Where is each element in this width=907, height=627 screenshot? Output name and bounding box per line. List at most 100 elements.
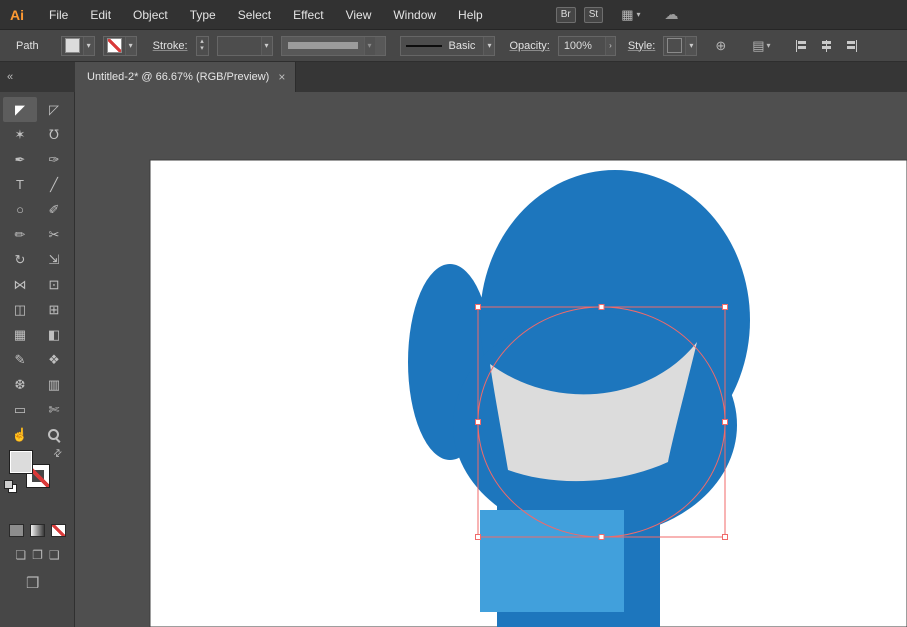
basic-brush-stroke-icon xyxy=(405,44,442,47)
chevron-down-icon: ▾ xyxy=(124,36,136,55)
menu-edit[interactable]: Edit xyxy=(79,0,122,30)
close-tab-icon[interactable]: × xyxy=(278,70,285,84)
tool-grid: ◤ ◸ ✶ ℧ ✒ ✑ T ╱ ○ ✐ ✏ ✂ ↻ ⇲ ⋈ ⊡ ◫ ⊞ ▦ ◧ … xyxy=(0,92,74,447)
direct-selection-tool-button[interactable]: ◸ xyxy=(37,97,71,122)
control-bar: Path ▾ ▾ Stroke: ▴ ▾ ▾ ▾ Basic ▾ Opacity… xyxy=(0,30,907,62)
align-center-icon[interactable] xyxy=(820,39,833,52)
type-tool-button[interactable]: T xyxy=(3,172,37,197)
stroke-weight-dropdown[interactable]: ▾ xyxy=(216,35,273,56)
chevron-down-icon: ▾ xyxy=(685,36,697,55)
globe-icon[interactable]: ⊕ xyxy=(715,38,726,54)
menu-window[interactable]: Window xyxy=(382,0,447,30)
shape-builder-tool-button[interactable]: ◫ xyxy=(3,297,37,322)
color-mode-buttons xyxy=(0,524,75,537)
rotate-tool-button[interactable]: ↻ xyxy=(3,247,37,272)
cloud-sync-icon[interactable]: ☁ xyxy=(665,6,679,23)
perspective-grid-tool-button[interactable]: ⊞ xyxy=(37,297,71,322)
ellipse-tool-button[interactable]: ○ xyxy=(3,197,37,222)
handle-bottom-center[interactable] xyxy=(598,534,605,540)
pen-tool-button[interactable]: ✒ xyxy=(3,147,37,172)
chevron-right-icon: › xyxy=(605,36,615,55)
stroke-color-dropdown[interactable]: ▾ xyxy=(102,35,137,56)
brush-definition-dropdown[interactable]: Basic ▾ xyxy=(399,35,496,56)
handle-bottom-right[interactable] xyxy=(722,534,728,540)
gradient-tool-button[interactable]: ◧ xyxy=(37,322,71,347)
workspace-switcher[interactable]: ▦ ▾ xyxy=(621,7,640,23)
symbol-sprayer-tool-button[interactable]: ❆ xyxy=(3,372,37,397)
scissors-tool-button[interactable]: ✂ xyxy=(37,222,71,247)
eyedropper-tool-button[interactable]: ✎ xyxy=(3,347,37,372)
menu-select[interactable]: Select xyxy=(227,0,282,30)
opacity-panel-link[interactable]: Opacity: xyxy=(509,40,549,52)
none-button[interactable] xyxy=(51,524,66,537)
column-graph-tool-button[interactable]: ▥ xyxy=(37,372,71,397)
hand-tool-button[interactable]: ☝ xyxy=(3,422,37,447)
graphic-style-dropdown[interactable]: ▾ xyxy=(663,35,698,56)
width-profile-dropdown: ▾ xyxy=(280,35,386,56)
chevron-down-icon: ▾ xyxy=(483,36,495,55)
zoom-icon xyxy=(48,428,60,441)
fill-color-well[interactable] xyxy=(9,450,33,474)
paintbrush-tool-button[interactable]: ✐ xyxy=(37,197,71,222)
document-options[interactable]: ▤ ▾ xyxy=(752,38,770,54)
style-panel-link[interactable]: Style: xyxy=(628,40,656,52)
handle-top-left[interactable] xyxy=(475,304,481,310)
blend-tool-button[interactable]: ❖ xyxy=(37,347,71,372)
scale-tool-button[interactable]: ⇲ xyxy=(37,247,71,272)
menu-file[interactable]: File xyxy=(38,0,79,30)
document-tab[interactable]: Untitled-2* @ 66.67% (RGB/Preview) × xyxy=(75,62,297,92)
wrist-band-shape[interactable] xyxy=(480,510,624,612)
draw-inside-icon[interactable]: ❑ xyxy=(49,548,60,562)
handle-bottom-left[interactable] xyxy=(475,534,481,540)
swap-fill-stroke-icon[interactable]: ⇄ xyxy=(51,447,65,461)
menu-effect[interactable]: Effect xyxy=(282,0,334,30)
curvature-tool-button[interactable]: ✑ xyxy=(37,147,71,172)
lasso-tool-button[interactable]: ℧ xyxy=(37,122,71,147)
menu-view[interactable]: View xyxy=(335,0,383,30)
gradient-button[interactable] xyxy=(30,524,45,537)
zoom-tool-button[interactable] xyxy=(37,422,71,447)
fill-stroke-controls: ⇄ xyxy=(0,447,75,518)
canvas-area[interactable] xyxy=(75,92,907,627)
free-transform-tool-button[interactable]: ⊡ xyxy=(37,272,71,297)
chevron-down-icon: ▾ xyxy=(260,36,272,55)
selection-tool-button[interactable]: ◤ xyxy=(3,97,37,122)
mesh-tool-button[interactable]: ▦ xyxy=(3,322,37,347)
handle-mid-left[interactable] xyxy=(475,419,481,425)
chevron-down-icon: ▾ xyxy=(636,10,641,19)
stock-button[interactable]: St xyxy=(583,6,604,23)
stepper-down-icon: ▾ xyxy=(200,44,204,52)
artboard-tool-button[interactable]: ▭ xyxy=(3,397,37,422)
drawing-mode-buttons: ❏ ❐ ❑ xyxy=(0,548,75,562)
screen-mode-icon[interactable]: ❒ xyxy=(26,574,39,592)
menu-object[interactable]: Object xyxy=(122,0,179,30)
handle-top-center[interactable] xyxy=(598,304,605,310)
line-segment-tool-button[interactable]: ╱ xyxy=(37,172,71,197)
bridge-button[interactable]: Br xyxy=(555,6,576,23)
color-button[interactable] xyxy=(9,524,24,537)
tools-panel: ◤ ◸ ✶ ℧ ✒ ✑ T ╱ ○ ✐ ✏ ✂ ↻ ⇲ ⋈ ⊡ ◫ ⊞ ▦ ◧ … xyxy=(0,92,75,627)
align-controls xyxy=(795,39,858,52)
chevron-down-icon: ▾ xyxy=(82,36,94,55)
collapse-panel-icon[interactable]: « xyxy=(0,71,75,83)
workspace-icon: ▦ xyxy=(621,6,634,22)
pencil-tool-button[interactable]: ✏ xyxy=(3,222,37,247)
default-fill-stroke-icon[interactable] xyxy=(4,480,17,493)
fill-color-dropdown[interactable]: ▾ xyxy=(60,35,95,56)
slice-tool-button[interactable]: ✄ xyxy=(37,397,71,422)
draw-normal-icon[interactable]: ❏ xyxy=(15,548,26,562)
opacity-dropdown[interactable]: 100% › xyxy=(557,35,616,56)
menu-type[interactable]: Type xyxy=(179,0,227,30)
align-left-icon[interactable] xyxy=(795,39,808,52)
magic-wand-tool-button[interactable]: ✶ xyxy=(3,122,37,147)
handle-mid-right[interactable] xyxy=(722,419,728,425)
app-logo: Ai xyxy=(10,6,24,23)
handle-top-right[interactable] xyxy=(722,304,728,310)
stroke-weight-stepper[interactable]: ▴ ▾ xyxy=(195,35,209,56)
menu-bar: Ai File Edit Object Type Select Effect V… xyxy=(0,0,907,30)
align-right-icon[interactable] xyxy=(845,39,858,52)
width-tool-button[interactable]: ⋈ xyxy=(3,272,37,297)
draw-behind-icon[interactable]: ❐ xyxy=(32,548,43,562)
menu-help[interactable]: Help xyxy=(447,0,494,30)
stroke-panel-link[interactable]: Stroke: xyxy=(153,40,188,52)
